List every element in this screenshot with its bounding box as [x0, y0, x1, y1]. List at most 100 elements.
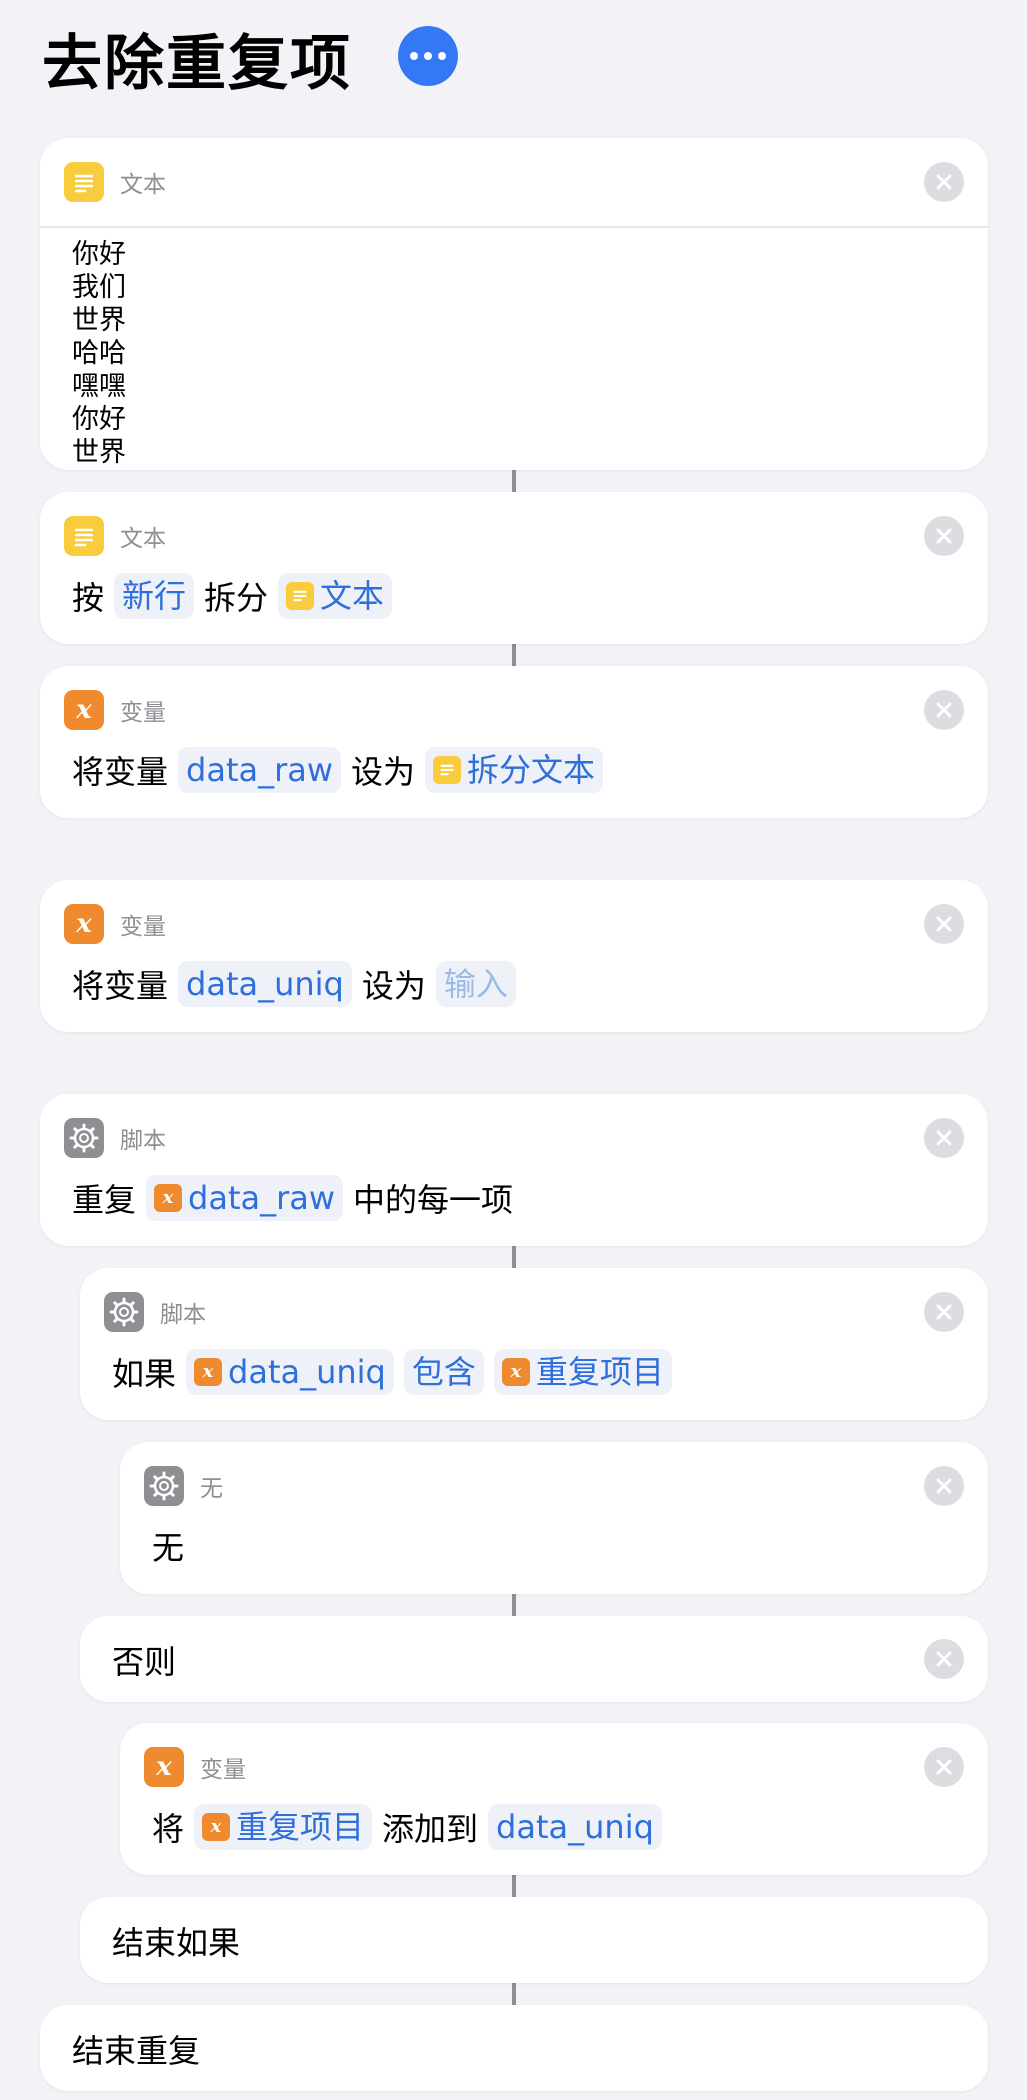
token-label: data_uniq	[496, 1808, 654, 1846]
token-label: 重复项目	[535, 1353, 664, 1391]
divider	[40, 226, 988, 228]
end-if-label: 结束如果	[112, 1924, 241, 1962]
end-if-card[interactable]: 结束如果	[80, 1897, 988, 1983]
action-word: 添加到	[382, 1810, 479, 1848]
gear-icon	[64, 1118, 104, 1158]
close-icon[interactable]	[924, 1639, 964, 1679]
split-text-action-card[interactable]: 文本 按 新行 拆分 文本	[40, 492, 988, 644]
variable-icon: x	[154, 1184, 183, 1212]
close-icon[interactable]	[924, 1292, 964, 1332]
token-label: 输入	[443, 965, 508, 1003]
variable-icon: x	[64, 904, 104, 944]
text-action-card[interactable]: 文本 你好 我们 世界 哈哈 嘿嘿 你好 世界	[40, 138, 988, 470]
add-to-variable-action-card[interactable]: x 变量 将 x 重复项目 添加到 data_uniq	[120, 1723, 988, 1875]
set-variable-action-card[interactable]: x 变量 将变量 data_uniq 设为 输入	[40, 880, 988, 1032]
input-variable-token[interactable]: 拆分文本	[425, 747, 604, 793]
variable-icon: x	[202, 1813, 231, 1841]
repeat-action-card[interactable]: 脚本 重复 x data_raw 中的每一项	[40, 1094, 988, 1246]
input-placeholder-token[interactable]: 输入	[435, 961, 516, 1007]
variable-icon: x	[144, 1747, 184, 1787]
variable-token[interactable]: x data_raw	[146, 1175, 344, 1221]
end-repeat-label: 结束重复	[72, 2032, 201, 2070]
close-icon[interactable]	[924, 690, 964, 730]
variable-token[interactable]: x 重复项目	[194, 1804, 373, 1850]
text-icon	[433, 756, 462, 784]
dot-icon	[410, 52, 418, 60]
text-line: 世界	[72, 305, 126, 336]
variable-icon: x	[64, 690, 104, 730]
token-label: 重复项目	[236, 1808, 365, 1846]
action-category: 变量	[120, 914, 166, 940]
more-options-button[interactable]	[398, 26, 458, 86]
connector-line	[512, 1246, 516, 1268]
close-icon[interactable]	[924, 162, 964, 202]
text-line: 世界	[72, 437, 126, 468]
token-label: 新行	[122, 577, 187, 615]
variable-token[interactable]: x 重复项目	[493, 1349, 672, 1395]
variable-name-token[interactable]: data_uniq	[488, 1804, 662, 1850]
close-icon[interactable]	[924, 516, 964, 556]
token-label: data_uniq	[186, 965, 344, 1003]
action-word: 将变量	[72, 967, 169, 1005]
action-word: 如果	[112, 1355, 177, 1393]
text-line: 你好	[72, 404, 126, 435]
text-content-field[interactable]: 你好 我们 世界 哈哈 嘿嘿 你好 世界	[72, 238, 956, 470]
variable-name-token[interactable]: data_raw	[178, 747, 342, 793]
token-label: 拆分文本	[467, 751, 596, 789]
variable-icon: x	[194, 1358, 223, 1386]
action-word: 重复	[72, 1181, 137, 1219]
action-word: 将	[152, 1810, 185, 1848]
end-repeat-card[interactable]: 结束重复	[40, 2005, 988, 2091]
action-category: 脚本	[120, 1128, 166, 1154]
connector-line	[512, 1983, 516, 2005]
otherwise-action-card[interactable]: 否则	[80, 1616, 988, 1702]
text-line: 你好	[72, 239, 126, 270]
condition-token[interactable]: 包含	[403, 1349, 484, 1395]
variable-name-token[interactable]: data_uniq	[178, 961, 352, 1007]
gear-icon	[144, 1466, 184, 1506]
action-category: 文本	[120, 172, 166, 198]
action-word: 将变量	[72, 753, 169, 791]
token-label: 文本	[320, 577, 385, 615]
connector-line	[512, 1594, 516, 1616]
token-label: 包含	[411, 1353, 476, 1391]
connector-line	[512, 470, 516, 492]
text-icon	[286, 582, 315, 610]
close-icon[interactable]	[924, 904, 964, 944]
action-word: 设为	[351, 753, 416, 791]
page-title: 去除重复项	[42, 29, 352, 99]
close-icon[interactable]	[924, 1118, 964, 1158]
close-icon[interactable]	[924, 1466, 964, 1506]
variable-icon: x	[501, 1358, 530, 1386]
connector-line	[512, 644, 516, 666]
action-category: 变量	[120, 700, 166, 726]
connector-line	[512, 1875, 516, 1897]
variable-token[interactable]: x data_uniq	[186, 1349, 394, 1395]
action-word: 拆分	[204, 579, 269, 617]
text-line: 哈哈	[72, 338, 126, 369]
dot-icon	[438, 52, 446, 60]
input-variable-token[interactable]: 文本	[278, 573, 393, 619]
if-action-card[interactable]: 脚本 如果 x data_uniq 包含 x 重复项目	[80, 1268, 988, 1420]
action-category: 无	[200, 1476, 223, 1502]
action-word: 中的每一项	[353, 1181, 514, 1219]
nothing-action-card[interactable]: 无 无	[120, 1442, 988, 1594]
dot-icon	[424, 52, 432, 60]
text-line: 我们	[72, 272, 126, 303]
otherwise-label: 否则	[112, 1643, 177, 1681]
text-line: 嘿嘿	[72, 371, 126, 402]
action-word: 按	[72, 579, 105, 617]
close-icon[interactable]	[924, 1747, 964, 1787]
action-word: 设为	[361, 967, 426, 1005]
gear-icon	[104, 1292, 144, 1332]
action-category: 变量	[200, 1757, 246, 1783]
token-label: data_uniq	[228, 1353, 386, 1391]
action-word: 无	[152, 1529, 185, 1567]
text-icon	[64, 516, 104, 556]
action-category: 文本	[120, 526, 166, 552]
set-variable-action-card[interactable]: x 变量 将变量 data_raw 设为 拆分文本	[40, 666, 988, 818]
separator-token[interactable]: 新行	[114, 573, 195, 619]
text-icon	[64, 162, 104, 202]
action-category: 脚本	[160, 1302, 206, 1328]
token-label: data_raw	[188, 1179, 336, 1217]
